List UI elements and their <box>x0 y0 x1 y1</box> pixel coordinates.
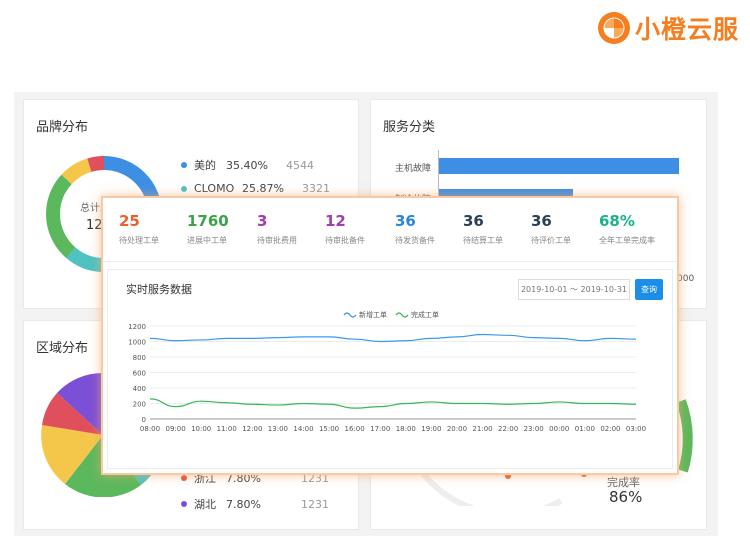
legend-dot <box>181 475 187 481</box>
stat-pending-fee-approval[interactable]: 3 待审批费用 <box>257 212 297 246</box>
stat-pending-review[interactable]: 36 待评价工单 <box>531 212 571 246</box>
realtime-data-panel: 实时服务数据 2019-10-01 ～ 2019-10-31 查询 0 200 40… <box>107 269 673 469</box>
stat-annual-completion-rate[interactable]: 68% 全年工单完成率 <box>599 212 655 246</box>
series-line <box>149 333 637 343</box>
card-title: 品牌分布 <box>36 120 89 135</box>
y-tick-label: 1000 <box>128 339 146 347</box>
stat-pending-settlement[interactable]: 36 待结算工单 <box>463 212 503 246</box>
stats-row: 25 待处理工单 1760 进展中工单 3 待审批费用 12 待审批备件 36 … <box>103 198 677 262</box>
x-tick-label: 12:00 <box>242 425 262 433</box>
legend-dot <box>181 185 187 192</box>
category-bar <box>439 158 679 174</box>
legend-dot <box>181 162 187 168</box>
x-tick-label: 08:00 <box>140 425 160 433</box>
y-tick-label: 200 <box>133 401 146 409</box>
card-title: 区域分布 <box>36 341 89 356</box>
legend-dot <box>181 501 187 507</box>
brand-name: 小橙云服 <box>635 15 740 44</box>
card-title: 服务分类 <box>383 120 436 135</box>
brand-legend-item: 美的 35.40% 4544 <box>181 157 314 173</box>
legend-label: 完成工单 <box>411 310 439 319</box>
rate-value: 86% <box>609 488 643 506</box>
legend-swatch <box>343 312 357 318</box>
x-tick-label: 19:00 <box>421 425 441 433</box>
x-tick-label: 22:00 <box>498 425 518 433</box>
query-button[interactable]: 查询 <box>635 279 663 300</box>
x-tick-label: 11:00 <box>217 425 237 433</box>
x-tick-label: 09:00 <box>165 425 185 433</box>
brand-legend-item: CLOMO 25.87% 3321 <box>181 182 330 195</box>
x-tick-label: 23:00 <box>524 425 544 433</box>
x-tick-label: 15:00 <box>319 425 339 433</box>
y-tick-label: 600 <box>133 370 146 378</box>
x-tick-label: 03:00 <box>626 425 646 433</box>
y-tick-label: 1200 <box>128 323 146 331</box>
stat-in-progress-orders[interactable]: 1760 进展中工单 <box>187 212 229 246</box>
region-legend-item: 湖北 7.80% 1231 <box>181 496 329 512</box>
x-tick-label: 16:00 <box>345 425 365 433</box>
stat-pending-orders[interactable]: 25 待处理工单 <box>119 212 159 246</box>
x-tick-label: 21:00 <box>472 425 492 433</box>
brand-logo: 小橙云服 <box>597 8 739 48</box>
legend-label: 新增工单 <box>359 310 387 319</box>
x-tick-label: 17:00 <box>370 425 390 433</box>
x-tick-label: 02:00 <box>600 425 620 433</box>
x-tick-label: 14:00 <box>293 425 313 433</box>
x-tick-label: 10:00 <box>191 425 211 433</box>
y-tick-label: 400 <box>133 385 146 393</box>
x-tick-label: 13:00 <box>268 425 288 433</box>
legend-swatch <box>395 312 409 318</box>
x-tick-label: 18:00 <box>396 425 416 433</box>
realtime-overlay-panel: 25 待处理工单 1760 进展中工单 3 待审批费用 12 待审批备件 36 … <box>101 196 679 475</box>
realtime-line-chart: 0 200 400 600 800 1000 1200 08:00 09:00 10:00 11:0… <box>128 310 646 433</box>
x-tick-label: 00:00 <box>549 425 569 433</box>
x-tick-label: 20:00 <box>447 425 467 433</box>
x-tick-label: 01:00 <box>575 425 595 433</box>
date-range-input[interactable]: 2019-10-01 ～ 2019-10-31 <box>518 279 630 300</box>
y-tick-label: 800 <box>133 354 146 362</box>
stat-pending-parts-shipping[interactable]: 36 待发货备件 <box>395 212 435 246</box>
bar-label: 主机故障 <box>395 164 432 174</box>
panel-title: 实时服务数据 <box>126 283 192 296</box>
y-tick-label: 0 <box>142 416 146 424</box>
orange-logo-icon <box>598 12 630 44</box>
axis-tick-label: 000 <box>677 274 695 284</box>
stat-pending-parts-approval[interactable]: 12 待审批备件 <box>325 212 365 246</box>
